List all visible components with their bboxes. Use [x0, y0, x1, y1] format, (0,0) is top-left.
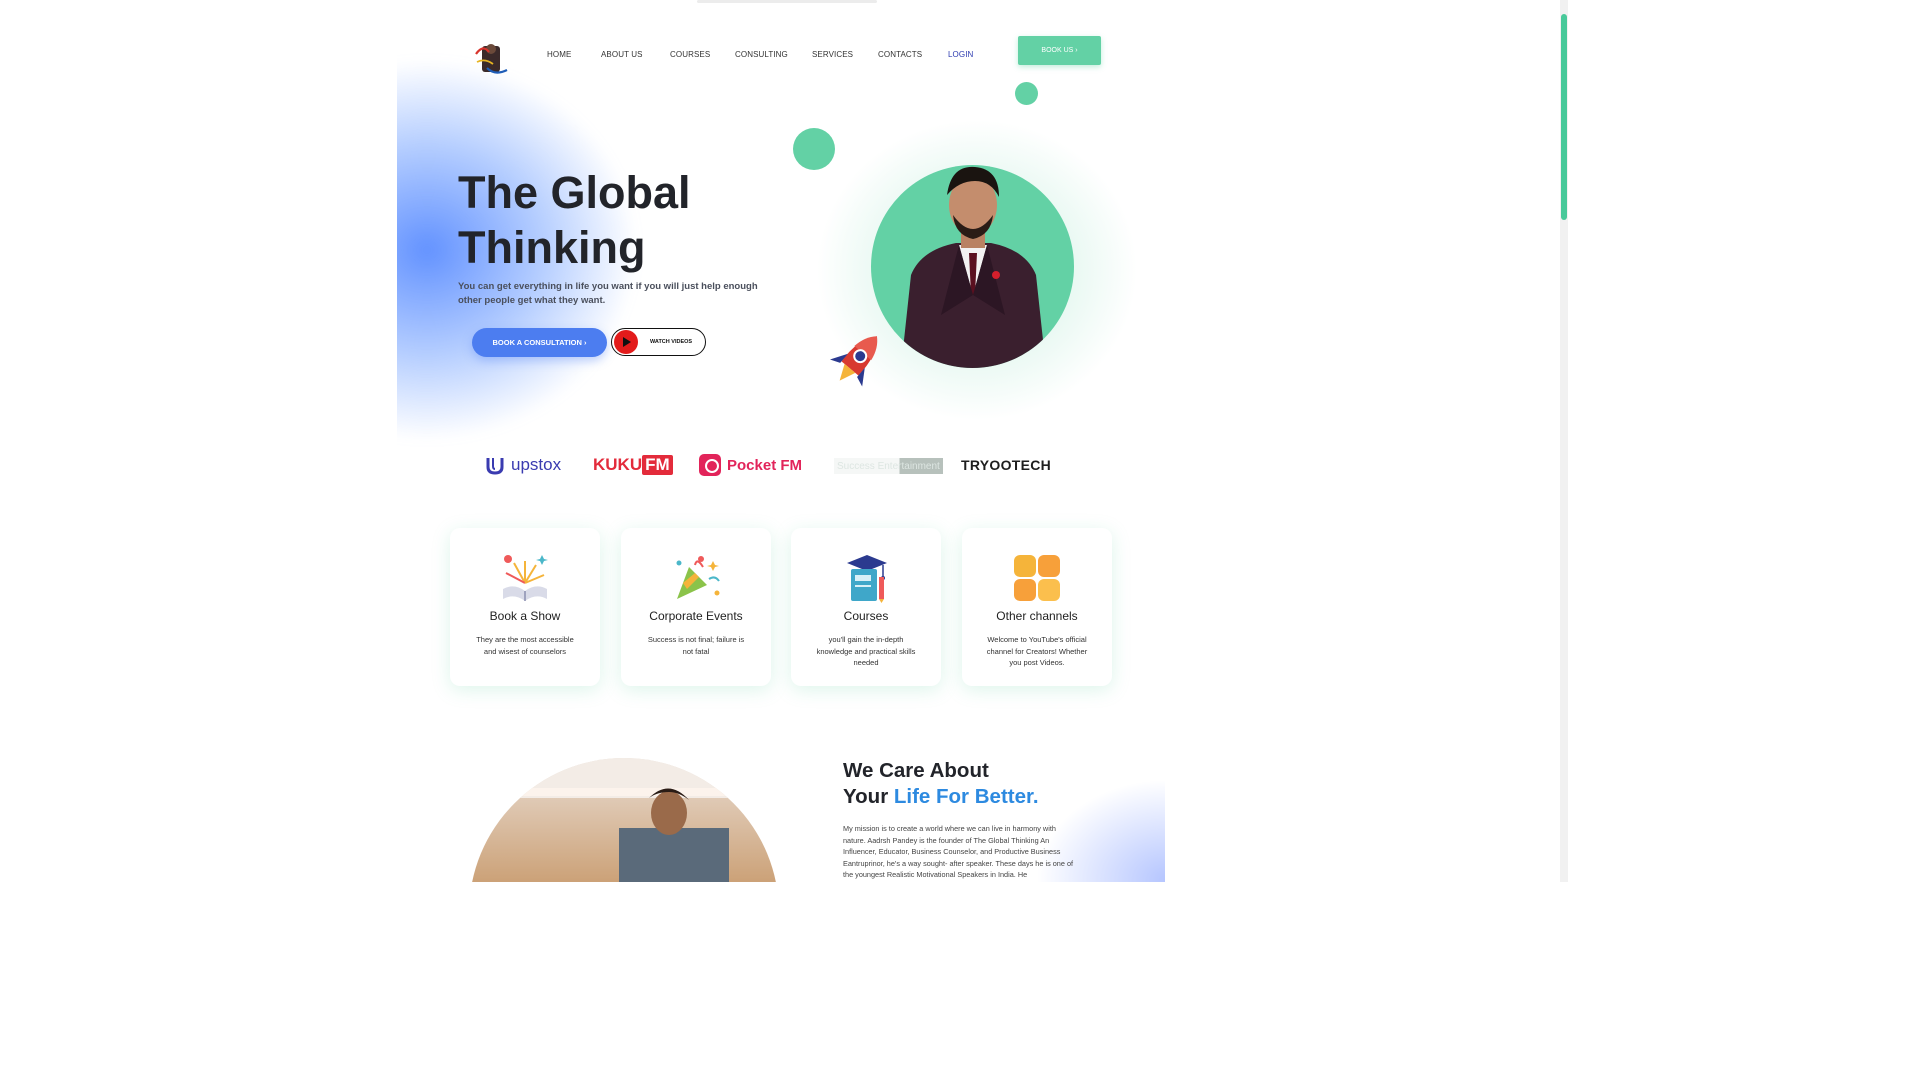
speaker-photo [469, 758, 779, 882]
hero-subtitle: You can get everything in life you want … [458, 281, 758, 306]
kukufm-word-kuku: KUKU [593, 455, 643, 474]
upstox-logo-icon [486, 458, 504, 475]
about-heading: We Care About Your Life For Better. [843, 758, 1039, 810]
card-description: Welcome to YouTube's official channel fo… [986, 635, 1088, 667]
card-title: Corporate Events [649, 609, 743, 623]
pocketfm-wordmark: Pocket FM [727, 456, 803, 474]
decor-circle-medium [793, 128, 835, 170]
founder-portrait [871, 165, 1074, 368]
upstox-wordmark: upstox [511, 455, 562, 474]
pocketfm-logo-icon [699, 454, 721, 476]
hero-title-line1: The Global [458, 167, 691, 218]
open-book-sparkle-icon [503, 555, 548, 601]
watch-videos-button[interactable]: WATCH VIDEOS [611, 328, 706, 356]
nav-contacts[interactable]: CONTACTS [878, 50, 922, 59]
partner-kukufm[interactable]: KUKU FM [593, 452, 673, 478]
top-strip [697, 0, 877, 3]
card-description: you'll gain the in-depth knowledge and p… [816, 635, 916, 667]
partner-upstox[interactable]: upstox [484, 452, 561, 478]
founder-illustration [901, 166, 1046, 368]
site-logo[interactable] [473, 40, 511, 78]
rocket-icon [829, 336, 878, 387]
website-content: HOME ABOUT US COURSES CONSULTING SERVICE… [397, 0, 1165, 882]
about-heading-line1: We Care About [843, 759, 989, 782]
partner-tryootech[interactable]: TRYOOTECH [961, 452, 1051, 478]
card-book-a-show[interactable]: Book a Show They are the most accessible… [450, 528, 600, 686]
partner-success-entertainment[interactable]: Success Entertainment [834, 458, 943, 474]
watch-videos-label: WATCH VIDEOS [650, 339, 693, 345]
speaker-illustration [469, 758, 779, 882]
youtube-play-icon [614, 330, 638, 354]
scrollbar-thumb[interactable] [1561, 14, 1567, 220]
about-heading-line2a: Your [843, 785, 894, 808]
nav-home[interactable]: HOME [547, 50, 571, 59]
party-popper-icon [676, 556, 720, 599]
card-other-channels[interactable]: Other channels Welcome to YouTube's offi… [962, 528, 1112, 686]
partner-pocketfm[interactable]: Pocket FM [699, 452, 802, 478]
card-title: Other channels [996, 609, 1078, 623]
card-courses[interactable]: Courses you'll gain the in-depth knowled… [791, 528, 941, 686]
hero-title: The Global Thinking [458, 165, 778, 275]
card-corporate-events[interactable]: Corporate Events Success is not final; f… [621, 528, 771, 686]
about-heading-highlight: Life For Better. [893, 785, 1039, 808]
success-wordmark: Success Entertainment [837, 460, 940, 472]
card-title: Courses [843, 609, 889, 623]
card-description: Success is not final; failure is not fat… [647, 635, 745, 656]
graduation-book-icon [847, 555, 887, 603]
page: HOME ABOUT US COURSES CONSULTING SERVICE… [0, 0, 1568, 882]
card-description: They are the most accessible and wisest … [476, 635, 574, 656]
nav-courses[interactable]: COURSES [670, 50, 710, 59]
book-us-button[interactable]: BOOK US › [1018, 36, 1101, 65]
app-grid-icon [1014, 555, 1060, 601]
tryootech-wordmark: TRYOOTECH [961, 457, 1052, 473]
hero-title-line2: Thinking [458, 222, 646, 273]
mission-paragraph: My mission is to create a world where we… [843, 824, 1074, 879]
card-title: Book a Show [489, 609, 561, 623]
decor-circle-small [1015, 82, 1038, 105]
nav-services[interactable]: SERVICES [812, 50, 853, 59]
nav-consulting[interactable]: CONSULTING [735, 50, 788, 59]
nav-about-us[interactable]: ABOUT US [601, 50, 643, 59]
kukufm-word-fm: FM [642, 455, 673, 475]
nav-login[interactable]: LOGIN [948, 50, 973, 59]
book-consultation-button[interactable]: BOOK A CONSULTATION › [472, 328, 607, 357]
